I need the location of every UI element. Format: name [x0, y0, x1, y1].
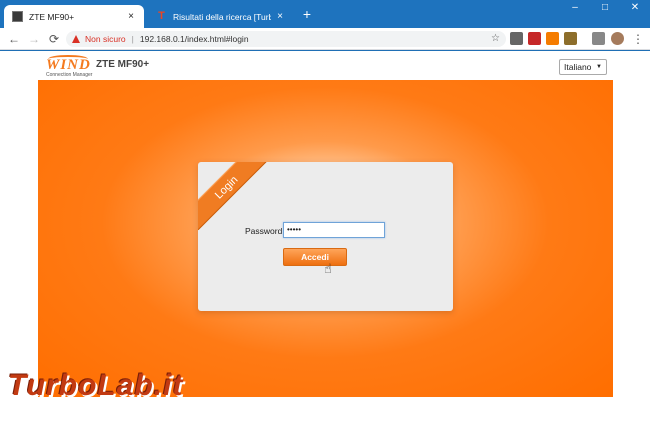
forward-button[interactable]: → [26, 31, 42, 47]
address-bar[interactable]: Non sicuro | 192.168.0.1/index.html#logi… [66, 31, 506, 47]
login-button[interactable]: Accedi [283, 248, 347, 266]
tab-title: Risultati della ricerca [TurboLab.i [173, 11, 271, 22]
hand-cursor-icon: ☝ [324, 261, 332, 276]
tab-strip: ZTE MF90+ × T Risultati della ricerca [T… [0, 0, 650, 28]
maximize-button[interactable]: □ [590, 0, 620, 18]
extension-icon[interactable] [564, 32, 577, 45]
tab-close-icon[interactable]: × [275, 11, 285, 22]
logo-arc [48, 55, 88, 63]
back-button[interactable]: ← [6, 31, 22, 47]
minimize-button[interactable]: – [560, 0, 590, 18]
page-content: WIND Connection Manager ZTE MF90+ Italia… [0, 51, 650, 427]
browser-toolbar: ← → ⟳ Non sicuro | 192.168.0.1/index.htm… [0, 28, 650, 50]
product-name: ZTE MF90+ [96, 59, 150, 70]
warning-icon [72, 35, 80, 43]
new-tab-button[interactable]: + [299, 6, 315, 22]
close-window-button[interactable]: ✕ [620, 0, 650, 18]
caret-down-icon: ▼ [596, 64, 602, 70]
url-text[interactable]: 192.168.0.1/index.html#login [140, 34, 249, 44]
ublock-extension-icon[interactable] [528, 32, 541, 45]
tab-close-icon[interactable]: × [126, 11, 136, 22]
avatar[interactable] [611, 32, 624, 45]
wind-logo: WIND Connection Manager [46, 55, 93, 78]
address-separator: | [131, 34, 134, 44]
password-label: Password [245, 226, 283, 236]
pocket-extension-icon[interactable] [510, 32, 523, 45]
language-selected: Italiano [564, 62, 592, 72]
tab-zte[interactable]: ZTE MF90+ × [4, 5, 144, 28]
security-label[interactable]: Non sicuro [85, 34, 126, 44]
password-input[interactable]: ••••• [283, 222, 385, 238]
menu-button[interactable]: ⋮ [630, 31, 646, 47]
logo-subtitle: Connection Manager [46, 72, 93, 78]
zte-favicon-icon [12, 11, 23, 22]
login-card: Login Password ••••• Accedi ☝ [198, 162, 453, 311]
tab-title: ZTE MF90+ [29, 11, 75, 22]
tab-turbolab[interactable]: T Risultati della ricerca [TurboLab.i × [148, 5, 293, 28]
bookmark-star-icon[interactable]: ☆ [491, 31, 500, 47]
language-select[interactable]: Italiano ▼ [559, 59, 607, 75]
turbolab-favicon-icon: T [158, 10, 165, 22]
login-ribbon: Login [198, 162, 270, 231]
reload-button[interactable]: ⟳ [46, 31, 62, 47]
key-icon[interactable] [592, 32, 605, 45]
watermark: TurboLab.it [8, 369, 184, 402]
rss-extension-icon[interactable] [546, 32, 559, 45]
